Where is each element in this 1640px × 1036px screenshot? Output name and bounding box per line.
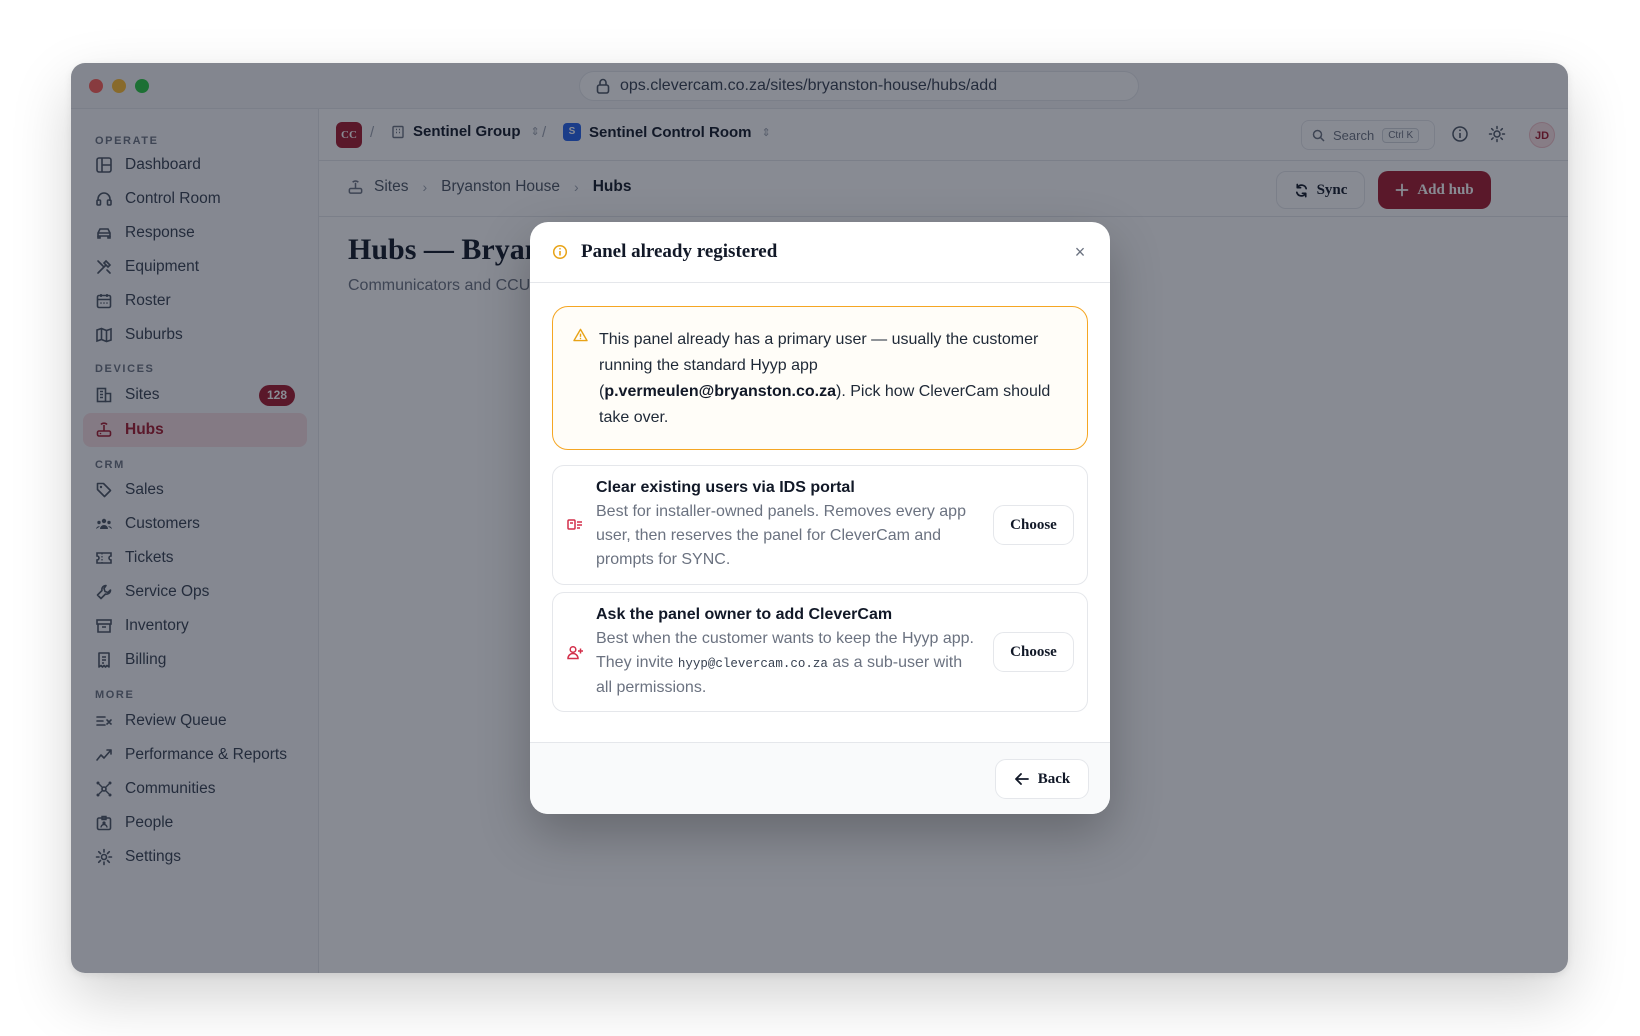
- user-clear-icon: [567, 519, 582, 530]
- user-plus-icon: [567, 645, 583, 660]
- close-icon[interactable]: ×: [1072, 243, 1088, 261]
- option-title: Ask the panel owner to add CleverCam: [596, 606, 893, 623]
- warning-text: This panel already has a primary user — …: [599, 327, 1069, 431]
- option-description: Best for installer-owned panels. Removes…: [596, 503, 966, 568]
- option-description: Best when the customer wants to keep the…: [596, 627, 981, 700]
- back-label: Back: [1037, 770, 1071, 787]
- browser-window: ops.clevercam.co.za/sites/bryanston-hous…: [71, 63, 1568, 973]
- option-title: Clear existing users via IDS portal: [596, 479, 855, 496]
- dialog-title: Panel already registered: [581, 241, 778, 262]
- choose-clear-users-button[interactable]: Choose: [993, 505, 1074, 545]
- warning-icon: [573, 328, 588, 342]
- arrow-left-icon: [1014, 773, 1029, 785]
- dialog-footer: Back: [530, 742, 1110, 814]
- dialog-header: Panel already registered ×: [530, 222, 1110, 283]
- option-ask-owner[interactable]: Ask the panel owner to add CleverCam Bes…: [552, 592, 1088, 712]
- warning-callout: This panel already has a primary user — …: [552, 306, 1088, 450]
- choose-ask-owner-button[interactable]: Choose: [993, 632, 1074, 672]
- back-button[interactable]: Back: [995, 759, 1089, 799]
- invite-email: hyyp@clevercam.co.za: [677, 657, 828, 671]
- primary-user-email: p.vermeulen@bryanston.co.za: [604, 383, 836, 400]
- panel-registered-dialog: Panel already registered × This panel al…: [530, 222, 1110, 814]
- info-icon: [552, 244, 568, 260]
- option-clear-users[interactable]: Clear existing users via IDS portal Best…: [552, 465, 1088, 585]
